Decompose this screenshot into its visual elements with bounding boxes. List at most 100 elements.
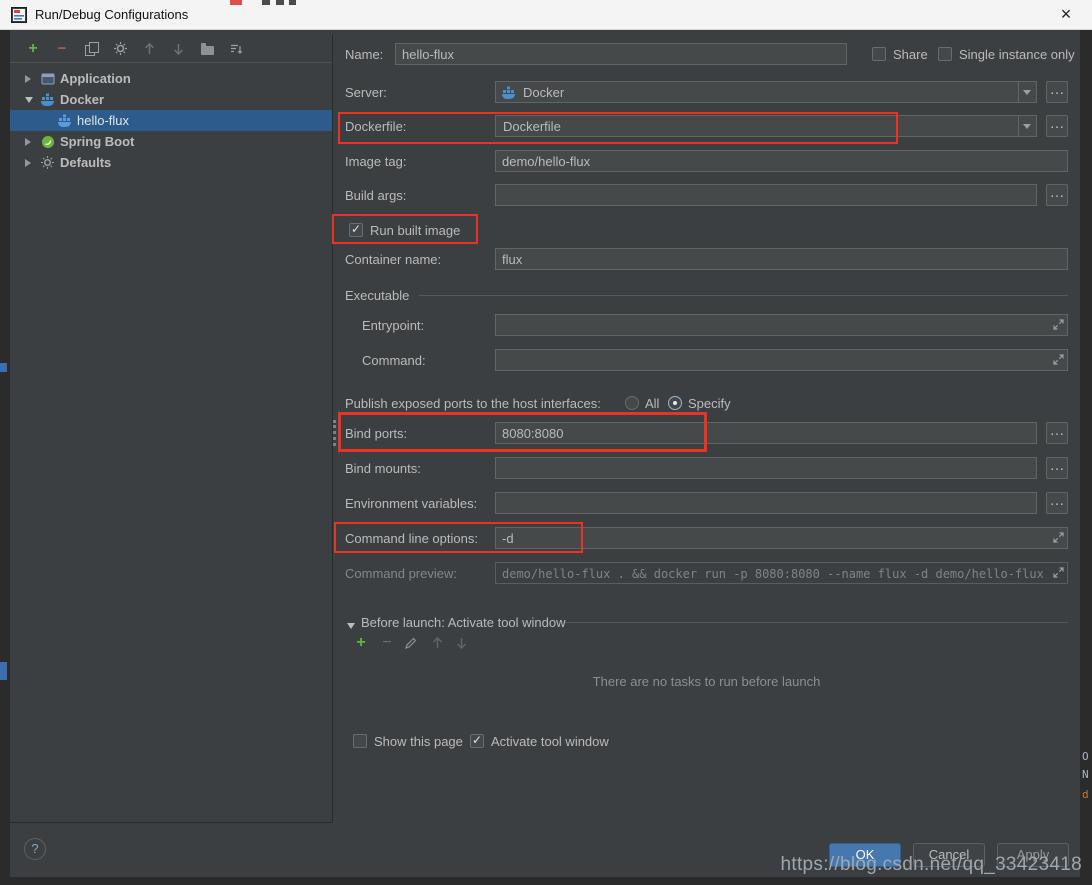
before-launch-label: Before launch: Activate tool window	[361, 615, 566, 630]
name-label: Name:	[345, 47, 383, 62]
share-label: Share	[893, 47, 928, 62]
expand-field-icon[interactable]	[1053, 532, 1064, 543]
publish-specify-radio[interactable]	[668, 396, 682, 410]
chevron-right-icon[interactable]	[25, 159, 37, 167]
defaults-settings-icon	[40, 155, 55, 170]
image-tag-label: Image tag:	[345, 154, 406, 169]
server-browse-button[interactable]: …	[1046, 81, 1068, 103]
copy-configuration-button[interactable]	[83, 41, 99, 57]
splitter-grip[interactable]	[333, 420, 336, 446]
expand-field-icon[interactable]	[1053, 567, 1064, 578]
tree-item-application[interactable]: Application	[10, 68, 332, 89]
bind-ports-input[interactable]	[495, 422, 1037, 444]
command-line-options-row: Command line options:	[345, 527, 1068, 551]
add-configuration-button[interactable]: +	[25, 41, 41, 57]
move-task-up-button[interactable]	[429, 635, 445, 651]
dialog-title: Run/Debug Configurations	[35, 7, 188, 22]
bind-ports-browse-button[interactable]: …	[1046, 422, 1068, 444]
dockerfile-label: Dockerfile:	[345, 119, 406, 134]
pencil-icon	[405, 637, 417, 649]
command-input[interactable]	[496, 350, 1051, 370]
container-name-input[interactable]	[495, 248, 1068, 270]
build-args-browse-button[interactable]: …	[1046, 184, 1068, 206]
chevron-right-icon[interactable]	[25, 138, 37, 146]
publish-all-radio[interactable]	[625, 396, 639, 410]
remove-task-button[interactable]: −	[379, 635, 395, 651]
show-this-page-label: Show this page	[374, 734, 463, 749]
tree-item-docker[interactable]: Docker	[10, 89, 332, 110]
entrypoint-label: Entrypoint:	[362, 318, 424, 333]
gear-icon	[114, 42, 127, 55]
server-value: Docker	[523, 85, 564, 100]
move-up-button[interactable]	[141, 41, 157, 57]
single-instance-label: Single instance only	[959, 47, 1075, 62]
tree-item-spring-boot[interactable]: Spring Boot	[10, 131, 332, 152]
remove-configuration-button[interactable]: −	[54, 41, 70, 57]
csdn-watermark: https://blog.csdn.net/qq_33423418	[781, 854, 1082, 876]
edit-task-button[interactable]	[403, 635, 419, 651]
run-config-dialog-icon	[11, 7, 27, 23]
single-instance-checkbox[interactable]	[938, 47, 952, 61]
run-built-image-checkbox[interactable]	[349, 223, 363, 237]
command-preview-field: demo/hello-flux . && docker run -p 8080:…	[495, 562, 1068, 584]
environment-variables-input[interactable]	[495, 492, 1037, 514]
tree-item-label: hello-flux	[77, 113, 129, 128]
application-icon	[40, 71, 55, 86]
command-line-options-input[interactable]	[496, 528, 1051, 548]
dockerfile-browse-button[interactable]: …	[1046, 115, 1068, 137]
environment-variables-browse-button[interactable]: …	[1046, 492, 1068, 514]
edit-templates-button[interactable]	[112, 41, 128, 57]
name-input[interactable]	[395, 43, 847, 65]
run-built-image-row: Run built image	[345, 219, 1068, 243]
run-debug-configurations-dialog: + − Application	[10, 30, 1080, 877]
command-row: Command:	[345, 349, 1068, 373]
move-down-button[interactable]	[170, 41, 186, 57]
background-fragment	[289, 0, 296, 5]
sort-configurations-button[interactable]	[228, 41, 244, 57]
command-label: Command:	[362, 353, 426, 368]
close-icon[interactable]: ×	[1054, 2, 1078, 26]
help-button[interactable]: ?	[24, 838, 46, 860]
server-select[interactable]: Docker	[495, 81, 1037, 103]
create-folder-button[interactable]	[199, 41, 215, 57]
dockerfile-select[interactable]: Dockerfile	[495, 115, 1037, 137]
move-task-down-button[interactable]	[453, 635, 469, 651]
bind-ports-label: Bind ports:	[345, 426, 407, 441]
container-name-row: Container name:	[345, 248, 1068, 272]
add-task-button[interactable]: +	[353, 635, 369, 651]
tree-item-defaults[interactable]: Defaults	[10, 152, 332, 173]
command-field	[495, 349, 1068, 371]
background-fragment	[262, 0, 270, 5]
before-launch-section-header[interactable]: Before launch: Activate tool window	[345, 611, 1068, 635]
chevron-down-icon[interactable]	[1018, 116, 1036, 136]
executable-section-label: Executable	[345, 288, 409, 303]
tree-toolbar: + −	[10, 35, 332, 63]
expand-field-icon[interactable]	[1053, 319, 1064, 330]
executable-section-header: Executable	[345, 284, 1068, 308]
sort-icon	[230, 43, 243, 55]
image-tag-row: Image tag:	[345, 150, 1068, 174]
activate-tool-window-checkbox[interactable]	[470, 734, 484, 748]
publish-ports-row: Publish exposed ports to the host interf…	[345, 392, 1068, 416]
background-fragment	[276, 0, 284, 5]
bind-ports-row: Bind ports: …	[345, 422, 1068, 446]
bind-mounts-input[interactable]	[495, 457, 1037, 479]
name-row: Name: Share Single instance only	[345, 43, 1068, 67]
image-tag-input[interactable]	[495, 150, 1068, 172]
dockerfile-value: Dockerfile	[503, 119, 561, 134]
expand-field-icon[interactable]	[1053, 354, 1064, 365]
configurations-tree-panel: + − Application	[10, 35, 333, 823]
entrypoint-input[interactable]	[496, 315, 1051, 335]
tree-item-hello-flux-selected[interactable]: hello-flux	[10, 110, 332, 131]
show-this-page-checkbox[interactable]	[353, 734, 367, 748]
tree-item-label: Defaults	[60, 155, 111, 170]
collapse-icon[interactable]	[347, 623, 355, 633]
chevron-right-icon[interactable]	[25, 75, 37, 83]
share-checkbox[interactable]	[872, 47, 886, 61]
build-args-input[interactable]	[495, 184, 1037, 206]
chevron-down-icon[interactable]	[25, 93, 37, 107]
docker-icon	[502, 86, 516, 100]
bind-mounts-browse-button[interactable]: …	[1046, 457, 1068, 479]
entrypoint-row: Entrypoint:	[345, 314, 1068, 338]
chevron-down-icon[interactable]	[1018, 82, 1036, 102]
